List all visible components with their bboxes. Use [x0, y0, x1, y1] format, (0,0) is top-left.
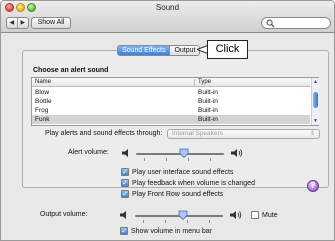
- mute-checkbox[interactable]: ✓: [251, 211, 259, 219]
- alerts-device-value: Internal Speakers: [172, 130, 223, 137]
- alerts-device-select[interactable]: Internal Speakers ⇕: [167, 129, 320, 139]
- show-all-button[interactable]: Show All: [31, 17, 71, 29]
- sound-name: Bottle: [35, 98, 52, 105]
- output-volume-label: Output volume:: [40, 211, 88, 218]
- back-forward-control: ◀ ▶: [6, 17, 29, 29]
- sound-type: Built-in: [198, 98, 218, 105]
- alerts-through-label: Play alerts and sound effects through:: [45, 130, 163, 137]
- tab-content-panel: Choose an alert sound Name Type Blow Bui…: [22, 50, 329, 198]
- callout-text: Click: [215, 43, 240, 55]
- volume-feedback-label: Play feedback when volume is changed: [132, 180, 255, 187]
- sound-name: Blow: [35, 89, 50, 96]
- slider-knob[interactable]: [178, 210, 188, 220]
- slider-tick: [165, 220, 166, 223]
- ui-sound-effects-label: Play user interface sound effects: [132, 169, 234, 176]
- table-row[interactable]: Frog Built-in: [32, 106, 310, 115]
- sound-name: Funk: [35, 116, 50, 123]
- table-header: Name Type: [32, 78, 310, 87]
- speaker-low-icon: [120, 211, 126, 219]
- slider-tick: [187, 220, 188, 223]
- help-icon[interactable]: ?: [307, 180, 319, 192]
- back-arrow-icon[interactable]: ◀: [7, 18, 18, 28]
- sound-type: Built-in: [198, 107, 218, 114]
- table-scrollbar[interactable]: ▲ ▼: [311, 78, 319, 125]
- title-bar: Sound ◀ ▶ Show All: [1, 1, 334, 33]
- slider-tick: [144, 158, 145, 161]
- column-header-type[interactable]: Type: [198, 78, 211, 87]
- speaker-low-icon: [122, 149, 128, 157]
- output-volume-slider[interactable]: [135, 210, 223, 223]
- table-row-selected[interactable]: Funk Built-in: [32, 115, 310, 124]
- tab-output[interactable]: Output: [170, 46, 200, 55]
- front-row-label: Play Front Row sound effects: [132, 191, 224, 198]
- search-field[interactable]: [261, 17, 331, 29]
- scroll-down-icon[interactable]: ▼: [312, 118, 319, 124]
- slider-tick: [210, 158, 211, 161]
- speaker-high-icon: [231, 149, 243, 157]
- tab-bar: Sound Effects Output: [117, 45, 201, 56]
- sound-name: Frog: [35, 107, 49, 114]
- slider-tick: [143, 220, 144, 223]
- tab-sound-effects[interactable]: Sound Effects: [118, 46, 171, 55]
- choose-alert-label: Choose an alert sound: [33, 67, 109, 74]
- column-divider: [194, 79, 195, 86]
- popup-arrows-icon: ⇕: [309, 131, 315, 137]
- slider-tick: [209, 220, 210, 223]
- click-callout: Click: [197, 39, 249, 60]
- scroll-up-icon[interactable]: ▲: [312, 79, 319, 85]
- column-header-name[interactable]: Name: [35, 78, 51, 87]
- volume-feedback-checkbox[interactable]: ✓: [121, 179, 129, 187]
- table-row[interactable]: Bottle Built-in: [32, 97, 310, 106]
- slider-tick: [166, 158, 167, 161]
- alert-sound-table: Name Type Blow Built-in Bottle Built-in …: [31, 77, 319, 126]
- alert-volume-slider[interactable]: [136, 148, 224, 161]
- forward-arrow-icon[interactable]: ▶: [18, 18, 28, 28]
- window-title: Sound: [155, 3, 180, 12]
- slider-knob[interactable]: [179, 148, 189, 158]
- front-row-checkbox[interactable]: ✓: [121, 190, 129, 198]
- search-icon: [266, 19, 275, 28]
- sound-type: Built-in: [198, 116, 218, 123]
- speaker-high-icon: [230, 211, 242, 219]
- sound-type: Built-in: [198, 89, 218, 96]
- table-row[interactable]: Blow Built-in: [32, 88, 310, 97]
- show-volume-menu-bar-label: Show volume in menu bar: [131, 228, 212, 235]
- sound-preferences-window: Sound ◀ ▶ Show All Sound Effects Output …: [0, 0, 335, 241]
- scroll-thumb[interactable]: [313, 92, 318, 108]
- mute-label: Mute: [262, 212, 278, 219]
- slider-tick: [188, 158, 189, 161]
- search-input[interactable]: [276, 19, 328, 27]
- alert-volume-label: Alert volume:: [68, 149, 109, 156]
- show-volume-menu-bar-checkbox[interactable]: ✓: [120, 227, 128, 235]
- ui-sound-effects-checkbox[interactable]: ✓: [121, 168, 129, 176]
